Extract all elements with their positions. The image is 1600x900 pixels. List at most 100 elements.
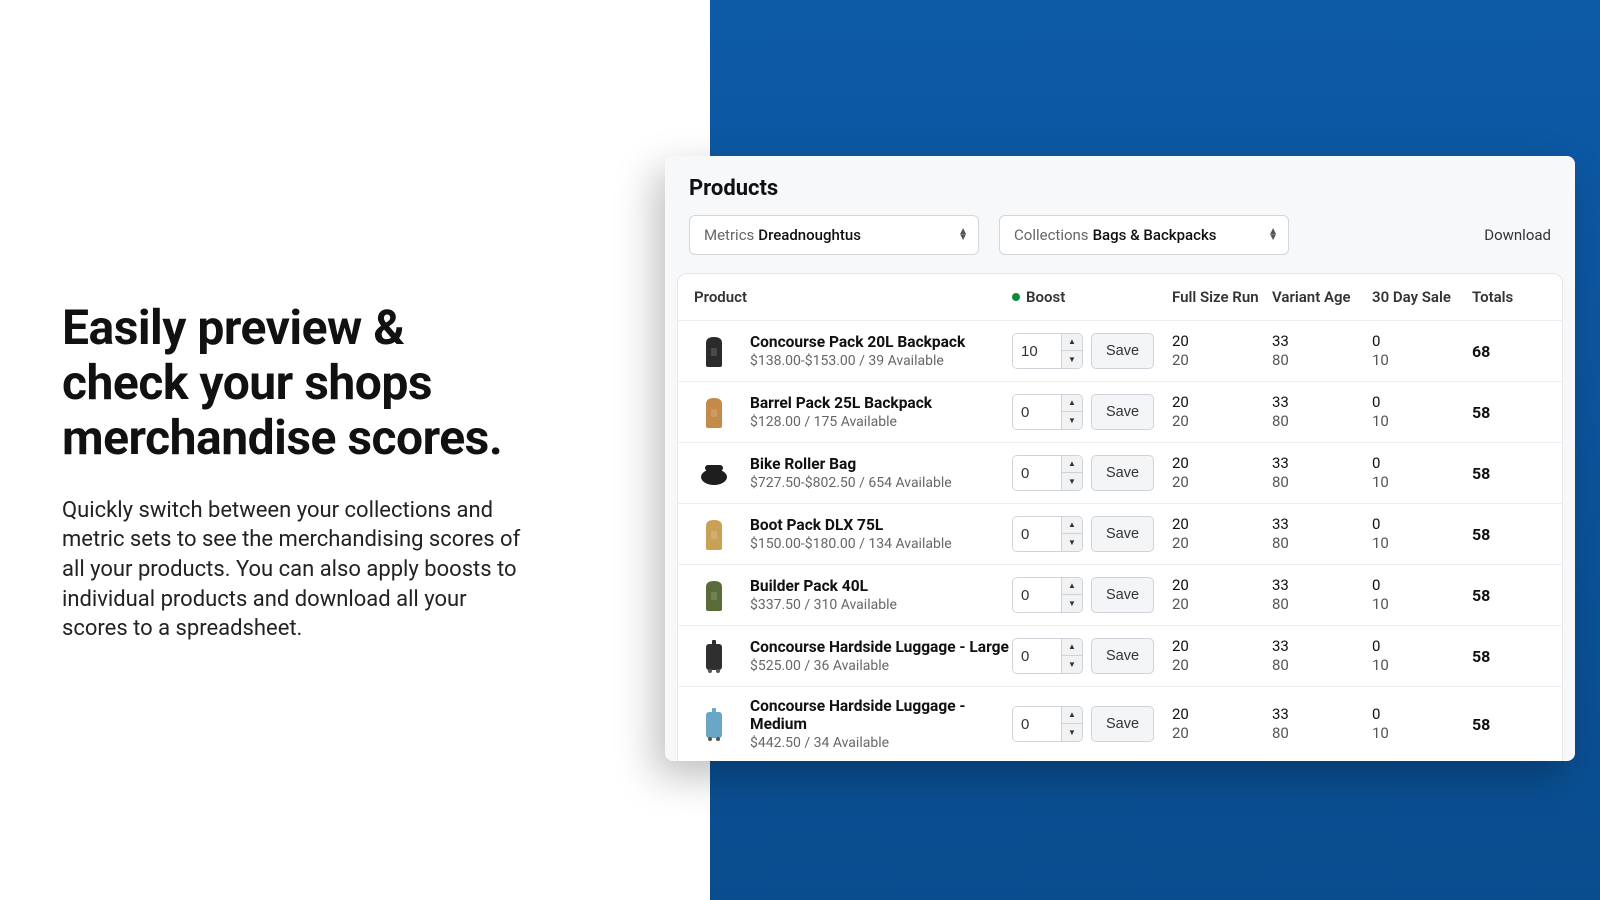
product-subtext: $727.50-$802.50 / 654 Available xyxy=(750,475,1012,491)
thirty-day-value: 010 xyxy=(1372,576,1472,614)
full-size-run-value: 2020 xyxy=(1172,705,1272,743)
step-down-icon[interactable]: ▼ xyxy=(1062,473,1082,490)
step-down-icon[interactable]: ▼ xyxy=(1062,351,1082,368)
step-up-icon[interactable]: ▲ xyxy=(1062,334,1082,351)
total-value: 58 xyxy=(1472,464,1542,483)
full-size-run-value: 2020 xyxy=(1172,332,1272,370)
download-link[interactable]: Download xyxy=(1484,226,1551,244)
product-thumb xyxy=(694,575,734,615)
save-button[interactable]: Save xyxy=(1091,638,1154,674)
product-info: Concourse Hardside Luggage - Medium $442.… xyxy=(750,697,1012,751)
product-info: Concourse Pack 20L Backpack$138.00-$153.… xyxy=(750,333,1012,369)
total-value: 58 xyxy=(1472,647,1542,666)
thirty-day-value: 010 xyxy=(1372,332,1472,370)
boost-input[interactable] xyxy=(1013,517,1061,551)
boost-input[interactable] xyxy=(1013,395,1061,429)
marketing-headline: Easily preview & check your shops mercha… xyxy=(62,300,522,466)
total-value: 58 xyxy=(1472,525,1542,544)
table-row: Barrel Pack 25L Backpack$128.00 / 175 Av… xyxy=(678,382,1562,443)
boost-stepper[interactable]: ▲▼ xyxy=(1012,516,1083,552)
product-name: Builder Pack 40L xyxy=(750,577,1012,595)
metrics-select[interactable]: Metrics Dreadnoughtus ▲▼ xyxy=(689,215,979,255)
product-name: Concourse Pack 20L Backpack xyxy=(750,333,1012,351)
product-subtext: $525.00 / 36 Available xyxy=(750,658,1012,674)
col-boost-label: Boost xyxy=(1026,288,1065,306)
boost-input[interactable] xyxy=(1013,456,1061,490)
product-info: Bike Roller Bag$727.50-$802.50 / 654 Ava… xyxy=(750,455,1012,491)
step-down-icon[interactable]: ▼ xyxy=(1062,595,1082,612)
variant-age-value: 3380 xyxy=(1272,515,1372,553)
marketing-body: Quickly switch between your collections … xyxy=(62,496,522,644)
thirty-day-value: 010 xyxy=(1372,393,1472,431)
boost-stepper[interactable]: ▲▼ xyxy=(1012,706,1083,742)
product-info: Barrel Pack 25L Backpack$128.00 / 175 Av… xyxy=(750,394,1012,430)
collections-select-value: Bags & Backpacks xyxy=(1093,226,1217,244)
save-button[interactable]: Save xyxy=(1091,455,1154,491)
boost-stepper[interactable]: ▲▼ xyxy=(1012,455,1083,491)
product-name: Boot Pack DLX 75L xyxy=(750,516,1012,534)
boost-indicator-dot-icon xyxy=(1012,293,1020,301)
save-button[interactable]: Save xyxy=(1091,394,1154,430)
step-up-icon[interactable]: ▲ xyxy=(1062,456,1082,473)
table-row: Concourse Pack 20L Backpack$138.00-$153.… xyxy=(678,321,1562,382)
table-row: Boot Pack DLX 75L $150.00-$180.00 / 134 A… xyxy=(678,504,1562,565)
step-down-icon[interactable]: ▼ xyxy=(1062,724,1082,741)
step-down-icon[interactable]: ▼ xyxy=(1062,412,1082,429)
collections-select-label: Collections xyxy=(1014,226,1089,244)
variant-age-value: 3380 xyxy=(1272,576,1372,614)
boost-input[interactable] xyxy=(1013,707,1061,741)
product-thumb xyxy=(694,514,734,554)
table-row: Builder Pack 40L$337.50 / 310 Available▲… xyxy=(678,565,1562,626)
boost-input[interactable] xyxy=(1013,639,1061,673)
save-button[interactable]: Save xyxy=(1091,516,1154,552)
boost-cell: ▲▼Save xyxy=(1012,516,1172,552)
collections-select[interactable]: Collections Bags & Backpacks ▲▼ xyxy=(999,215,1289,255)
product-name: Concourse Hardside Luggage - Medium xyxy=(750,697,1012,733)
step-up-icon[interactable]: ▲ xyxy=(1062,639,1082,656)
product-subtext: $442.50 / 34 Available xyxy=(750,735,1012,751)
step-up-icon[interactable]: ▲ xyxy=(1062,517,1082,534)
step-up-icon[interactable]: ▲ xyxy=(1062,707,1082,724)
total-value: 58 xyxy=(1472,715,1542,734)
product-thumb xyxy=(694,453,734,493)
full-size-run-value: 2020 xyxy=(1172,637,1272,675)
metrics-select-label: Metrics xyxy=(704,226,754,244)
boost-input[interactable] xyxy=(1013,334,1061,368)
boost-cell: ▲▼Save xyxy=(1012,706,1172,742)
boost-stepper[interactable]: ▲▼ xyxy=(1012,577,1083,613)
step-up-icon[interactable]: ▲ xyxy=(1062,578,1082,595)
boost-stepper[interactable]: ▲▼ xyxy=(1012,638,1083,674)
product-subtext: $150.00-$180.00 / 134 Available xyxy=(750,536,1012,552)
save-button[interactable]: Save xyxy=(1091,333,1154,369)
full-size-run-value: 2020 xyxy=(1172,515,1272,553)
products-panel: Products Metrics Dreadnoughtus ▲▼ Collec… xyxy=(665,156,1575,761)
boost-cell: ▲▼Save xyxy=(1012,577,1172,613)
metrics-select-value: Dreadnoughtus xyxy=(758,226,861,244)
thirty-day-value: 010 xyxy=(1372,705,1472,743)
variant-age-value: 3380 xyxy=(1272,393,1372,431)
step-down-icon[interactable]: ▼ xyxy=(1062,656,1082,673)
save-button[interactable]: Save xyxy=(1091,577,1154,613)
total-value: 58 xyxy=(1472,586,1542,605)
thirty-day-value: 010 xyxy=(1372,637,1472,675)
table-row: Bike Roller Bag$727.50-$802.50 / 654 Ava… xyxy=(678,443,1562,504)
step-up-icon[interactable]: ▲ xyxy=(1062,395,1082,412)
boost-input[interactable] xyxy=(1013,578,1061,612)
boost-cell: ▲▼Save xyxy=(1012,333,1172,369)
col-full-size-run: Full Size Run xyxy=(1172,288,1272,306)
product-info: Boot Pack DLX 75L $150.00-$180.00 / 134 A… xyxy=(750,516,1012,552)
product-thumb xyxy=(694,704,734,744)
boost-cell: ▲▼Save xyxy=(1012,455,1172,491)
boost-stepper[interactable]: ▲▼ xyxy=(1012,394,1083,430)
boost-cell: ▲▼Save xyxy=(1012,394,1172,430)
product-info: Builder Pack 40L$337.50 / 310 Available xyxy=(750,577,1012,613)
total-value: 68 xyxy=(1472,342,1542,361)
boost-stepper[interactable]: ▲▼ xyxy=(1012,333,1083,369)
product-thumb xyxy=(694,392,734,432)
step-down-icon[interactable]: ▼ xyxy=(1062,534,1082,551)
products-table: Product Boost Full Size Run Variant Age … xyxy=(677,273,1563,761)
full-size-run-value: 2020 xyxy=(1172,393,1272,431)
col-boost: Boost xyxy=(1012,288,1172,306)
select-caret-icon: ▲▼ xyxy=(1268,229,1278,241)
save-button[interactable]: Save xyxy=(1091,706,1154,742)
